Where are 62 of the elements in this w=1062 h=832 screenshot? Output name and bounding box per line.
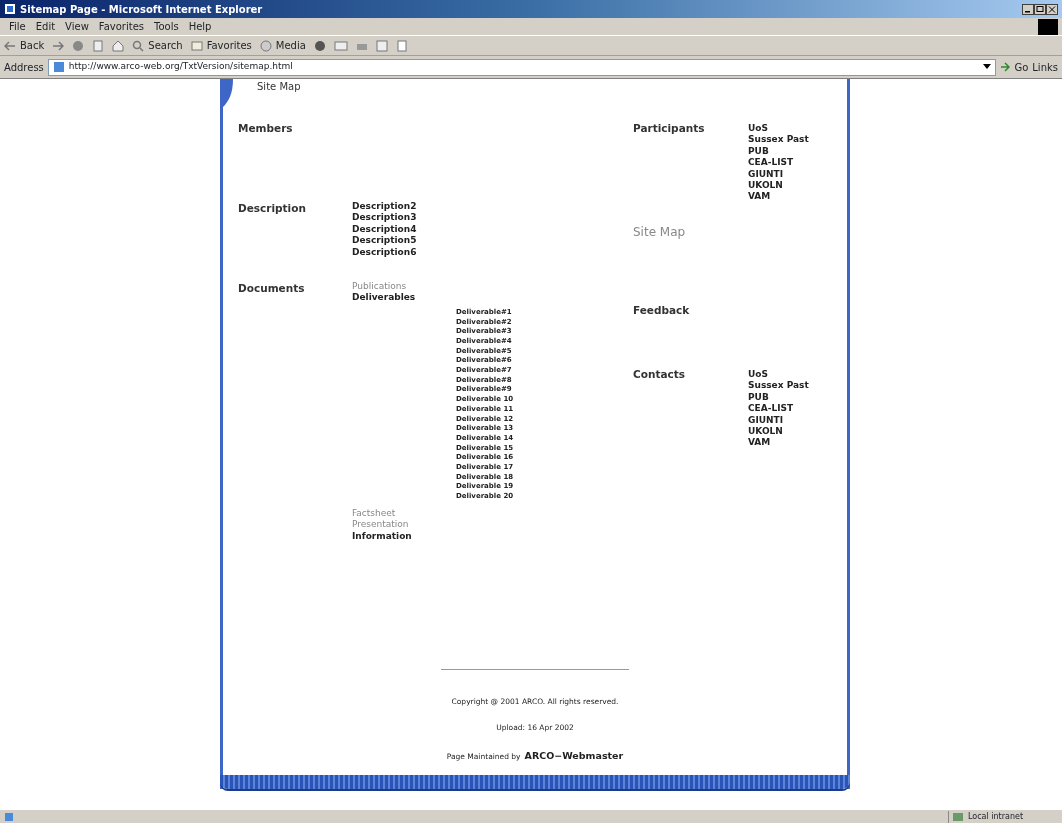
section-heading[interactable]: Members <box>238 121 352 201</box>
webmaster-link[interactable]: ARCO−Webmaster <box>524 748 624 763</box>
back-button[interactable]: Back <box>4 38 45 53</box>
menu-item[interactable]: File <box>4 19 31 34</box>
sitemap-link[interactable]: UKOLN <box>748 180 847 192</box>
go-arrow-icon <box>1000 62 1011 72</box>
minimize-icon[interactable] <box>1022 3 1034 15</box>
sitemap-link[interactable]: PUB <box>748 391 847 404</box>
sitemap-link[interactable]: Presentation <box>352 519 633 531</box>
section-heading[interactable]: Feedback <box>633 303 748 367</box>
menu-item[interactable]: Help <box>183 19 217 34</box>
section-heading[interactable]: Description <box>238 201 352 281</box>
menu-item[interactable]: Edit <box>30 19 61 34</box>
back-arrow-icon <box>4 40 16 51</box>
links-button[interactable]: Links <box>1032 59 1058 75</box>
sitemap-link[interactable]: UoS <box>748 123 847 135</box>
page-icon[interactable] <box>395 39 408 52</box>
sitemap-link[interactable]: GIUNTI <box>748 168 847 181</box>
window-icon <box>4 3 16 15</box>
address-field[interactable]: http://www.arco-web.org/TxtVersion/sitemap.html <box>47 58 997 76</box>
sitemap-link[interactable]: Factsheet <box>352 507 633 520</box>
section-heading[interactable]: Participants <box>633 121 748 223</box>
sitemap-link[interactable]: VAM <box>748 437 847 449</box>
page-icon <box>52 61 65 73</box>
menu-item[interactable]: Tools <box>149 19 184 34</box>
sitemap-link[interactable]: Description2 <box>352 201 633 213</box>
sitemap-link[interactable]: UoS <box>748 369 847 381</box>
menu-item[interactable]: Favorites <box>93 19 149 34</box>
sitemap-link[interactable]: PUB <box>748 145 847 158</box>
section-heading[interactable]: Site Map <box>633 223 748 303</box>
search-icon <box>132 39 145 52</box>
dropdown-arrow-icon[interactable] <box>983 64 992 70</box>
sitemap-link[interactable]: Sussex Past <box>748 380 847 392</box>
favorites-button[interactable]: Favorites <box>190 38 252 53</box>
sitemap-link[interactable]: UKOLN <box>748 426 847 438</box>
forward-arrow-icon[interactable] <box>52 40 65 51</box>
search-button[interactable]: Search <box>132 38 183 53</box>
sitemap-link[interactable]: Description3 <box>352 212 633 224</box>
page-status-icon <box>4 811 14 822</box>
sitemap-link[interactable]: Publications <box>352 281 633 293</box>
address-label: Address <box>4 60 44 75</box>
page-header: Site Map <box>257 80 301 94</box>
maximize-icon[interactable] <box>1034 3 1046 15</box>
home-icon[interactable] <box>112 39 125 52</box>
media-button[interactable]: Media <box>259 38 306 53</box>
menu-item[interactable]: View <box>60 19 94 34</box>
go-button[interactable]: Go <box>1000 59 1029 75</box>
sitemap-link[interactable]: Sussex Past <box>748 134 847 146</box>
sitemap-link[interactable]: Description4 <box>352 223 633 236</box>
status-zone: Local intranet <box>968 810 1024 823</box>
close-icon[interactable] <box>1046 3 1058 15</box>
sitemap-link[interactable]: VAM <box>748 191 847 203</box>
section-heading[interactable]: Contacts <box>633 367 748 449</box>
sitemap-link[interactable]: Description6 <box>352 246 633 259</box>
sitemap-link[interactable]: Description5 <box>352 235 633 247</box>
sitemap-link[interactable]: Deliverables <box>352 292 633 304</box>
sitemap-link[interactable]: GIUNTI <box>748 414 847 427</box>
sitemap-link[interactable]: CEA-LIST <box>748 157 847 169</box>
sitemap-link[interactable]: Information <box>352 530 633 543</box>
section-heading[interactable]: Documents <box>238 281 352 543</box>
sitemap-link[interactable]: CEA-LIST <box>748 403 847 415</box>
window-title: Sitemap Page - Microsoft Internet Explorer <box>20 2 263 17</box>
